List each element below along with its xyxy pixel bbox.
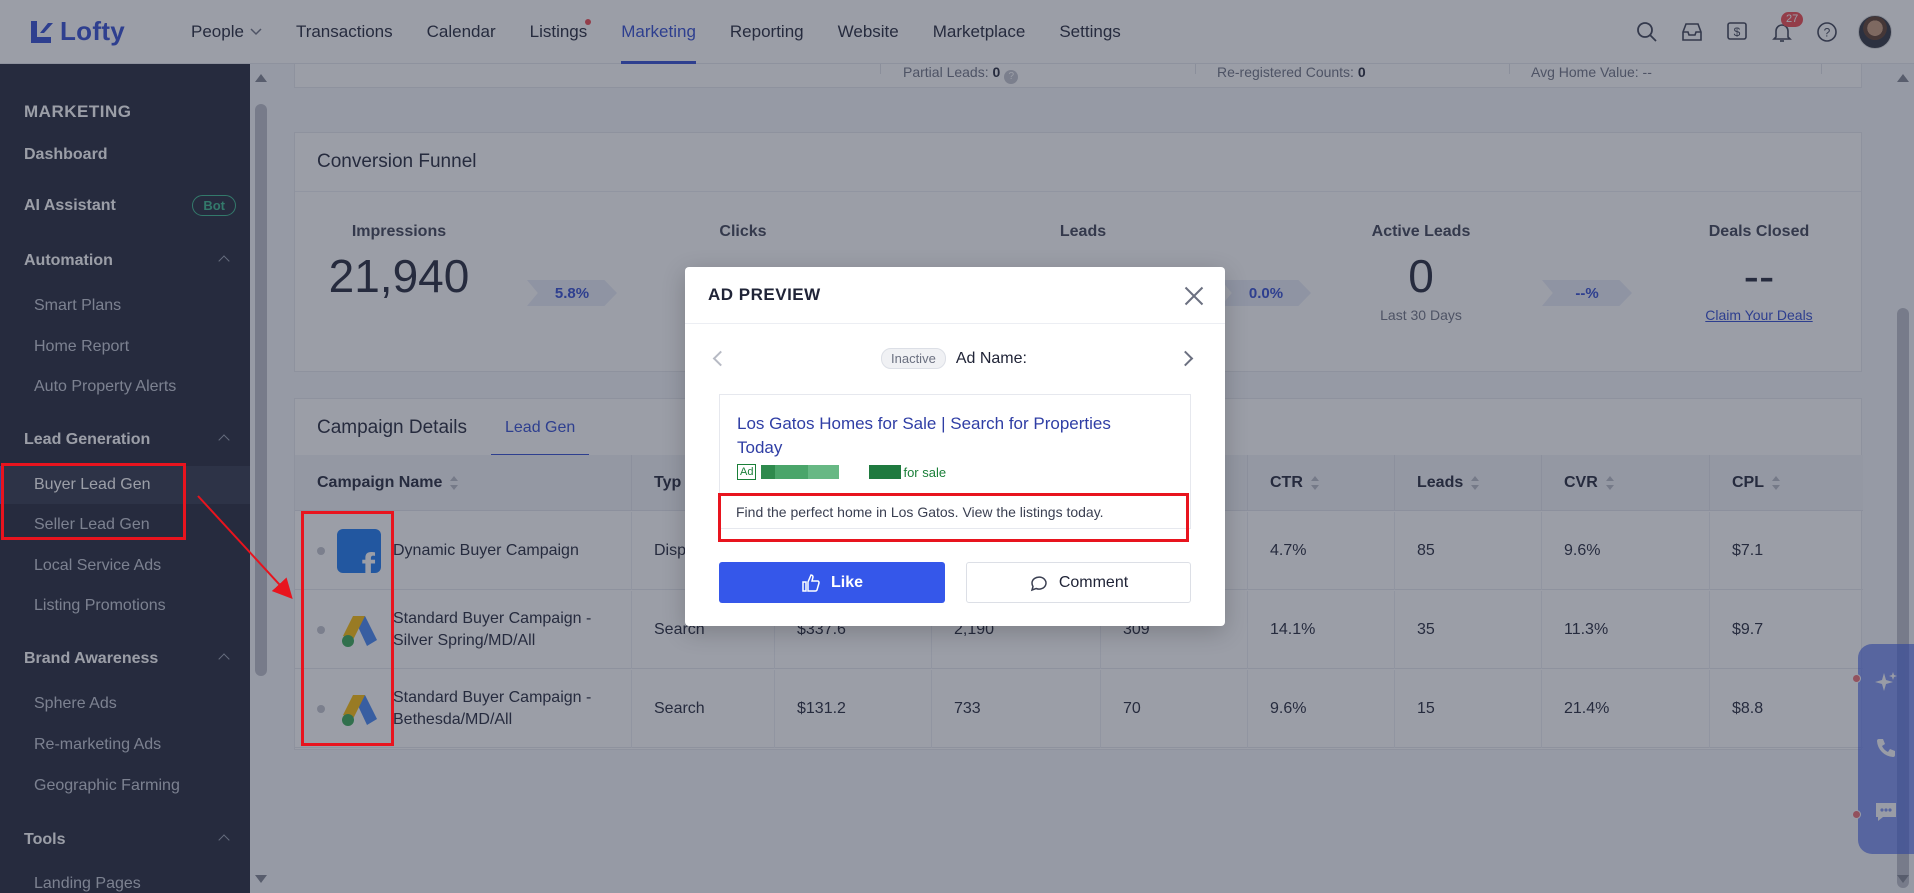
annotation-arrow-icon <box>197 495 293 599</box>
